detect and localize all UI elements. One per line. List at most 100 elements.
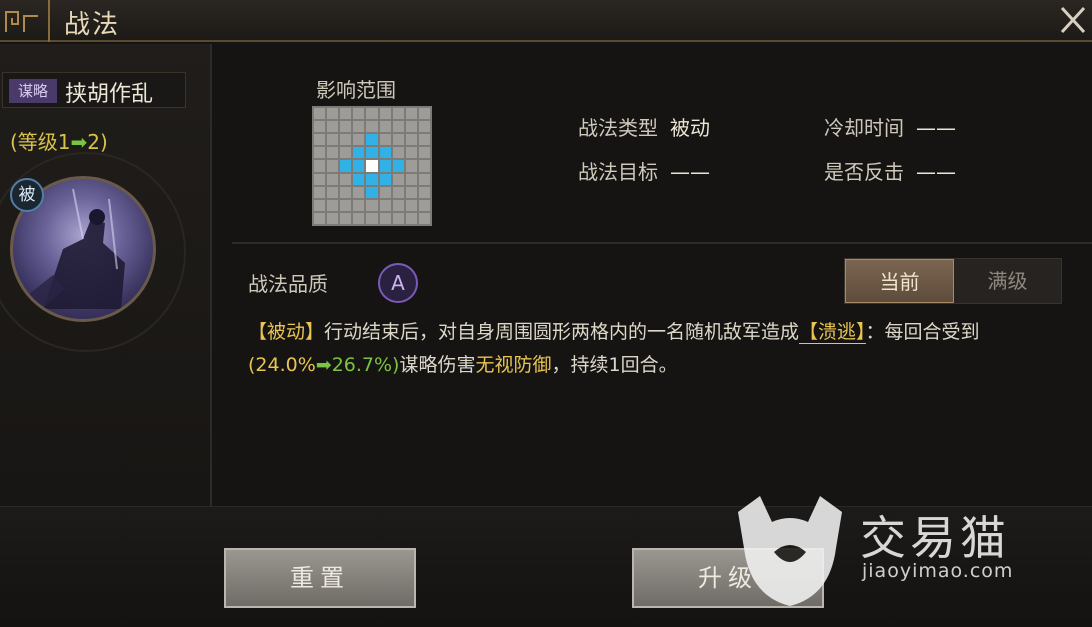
skill-name: 挟胡作乱 [65, 82, 154, 107]
desc-text2: ：每回合受到 [865, 321, 980, 343]
range-cell [314, 212, 326, 224]
range-hit-cell [366, 173, 378, 185]
skill-type-tag: 谋略 [9, 79, 57, 103]
range-cell [418, 108, 430, 120]
range-cell [327, 134, 339, 146]
type-label: 战法类型 [578, 116, 658, 140]
range-cell [366, 199, 378, 211]
range-cell [392, 212, 404, 224]
range-cell [340, 186, 352, 198]
range-cell [379, 212, 391, 224]
level-change: (等级1➡2) [10, 126, 108, 155]
range-cell [327, 121, 339, 133]
range-cell [353, 134, 365, 146]
quality-label: 战法品质 [248, 272, 328, 296]
range-cell [353, 199, 365, 211]
range-cell [379, 186, 391, 198]
range-cell [314, 134, 326, 146]
range-hit-cell [379, 173, 391, 185]
range-cell [314, 121, 326, 133]
desc-ignore-defense: 无视防御 [475, 354, 552, 376]
divider [232, 242, 1092, 244]
desc-value-to: 26.7%) [331, 354, 400, 376]
range-cell [327, 147, 339, 159]
range-cell [314, 108, 326, 120]
range-cell [392, 134, 404, 146]
desc-status: 【溃逃】 [799, 321, 866, 344]
range-cell [418, 121, 430, 133]
cat-logo-icon [738, 496, 842, 606]
range-cell [379, 134, 391, 146]
range-hit-cell [392, 160, 404, 172]
cooldown-info: 冷却时间 —— [824, 112, 956, 141]
range-cell [314, 147, 326, 159]
title-bar: 战法 [0, 0, 1092, 42]
range-hit-cell [379, 160, 391, 172]
tab-current[interactable]: 当前 [845, 259, 954, 303]
target-value: —— [670, 160, 710, 184]
range-cell [314, 160, 326, 172]
range-hit-cell [340, 160, 352, 172]
range-cell [418, 173, 430, 185]
range-cell [418, 147, 430, 159]
target-info: 战法目标 —— [578, 156, 710, 185]
range-cell [366, 108, 378, 120]
skill-name-box: 谋略 挟胡作乱 [2, 72, 186, 108]
desc-value-from: (24.0% [248, 354, 316, 376]
range-cell [392, 199, 404, 211]
range-cell [379, 199, 391, 211]
range-cell [366, 212, 378, 224]
cooldown-value: —— [916, 116, 956, 140]
range-hit-cell [353, 160, 365, 172]
range-cell [405, 147, 417, 159]
range-cell [379, 108, 391, 120]
close-icon[interactable] [1058, 4, 1088, 36]
arrow-right-icon: ➡ [70, 130, 88, 154]
range-cell [392, 186, 404, 198]
range-cell [405, 212, 417, 224]
desc-text1: 行动结束后，对自身周围圆形两格内的一名随机敌军造成 [324, 321, 800, 343]
range-cell [340, 147, 352, 159]
range-cell [418, 199, 430, 211]
range-center-cell [366, 160, 378, 172]
level-from: (等级1 [10, 130, 71, 154]
counter-label: 是否反击 [824, 160, 904, 184]
range-cell [340, 199, 352, 211]
range-cell [353, 212, 365, 224]
type-info: 战法类型 被动 [578, 112, 710, 141]
title-ornament-icon [0, 0, 50, 42]
range-cell [418, 212, 430, 224]
range-cell [366, 121, 378, 133]
range-label: 影响范围 [316, 78, 396, 102]
range-cell [379, 121, 391, 133]
range-cell [405, 160, 417, 172]
range-cell [405, 134, 417, 146]
range-cell [327, 160, 339, 172]
tab-max-level[interactable]: 满级 [954, 259, 1061, 303]
level-to: 2) [87, 130, 108, 154]
range-cell [327, 108, 339, 120]
type-value: 被动 [670, 116, 710, 140]
range-cell [405, 108, 417, 120]
range-cell [340, 134, 352, 146]
range-cell [340, 108, 352, 120]
range-cell [327, 199, 339, 211]
range-cell [314, 199, 326, 211]
range-cell [418, 134, 430, 146]
quality-grade-badge: A [378, 263, 418, 303]
range-cell [392, 147, 404, 159]
range-cell [314, 186, 326, 198]
range-grid [312, 106, 432, 226]
range-cell [340, 121, 352, 133]
range-hit-cell [353, 147, 365, 159]
counter-info: 是否反击 —— [824, 156, 956, 185]
range-cell [418, 160, 430, 172]
desc-text4: ，持续1回合。 [551, 354, 678, 376]
range-cell [353, 108, 365, 120]
range-hit-cell [366, 134, 378, 146]
range-cell [405, 199, 417, 211]
range-hit-cell [379, 147, 391, 159]
watermark: 交易猫 jiaoyimao.com [726, 492, 1056, 612]
reset-button[interactable]: 重置 [224, 548, 416, 608]
level-toggle: 当前 满级 [844, 258, 1062, 304]
